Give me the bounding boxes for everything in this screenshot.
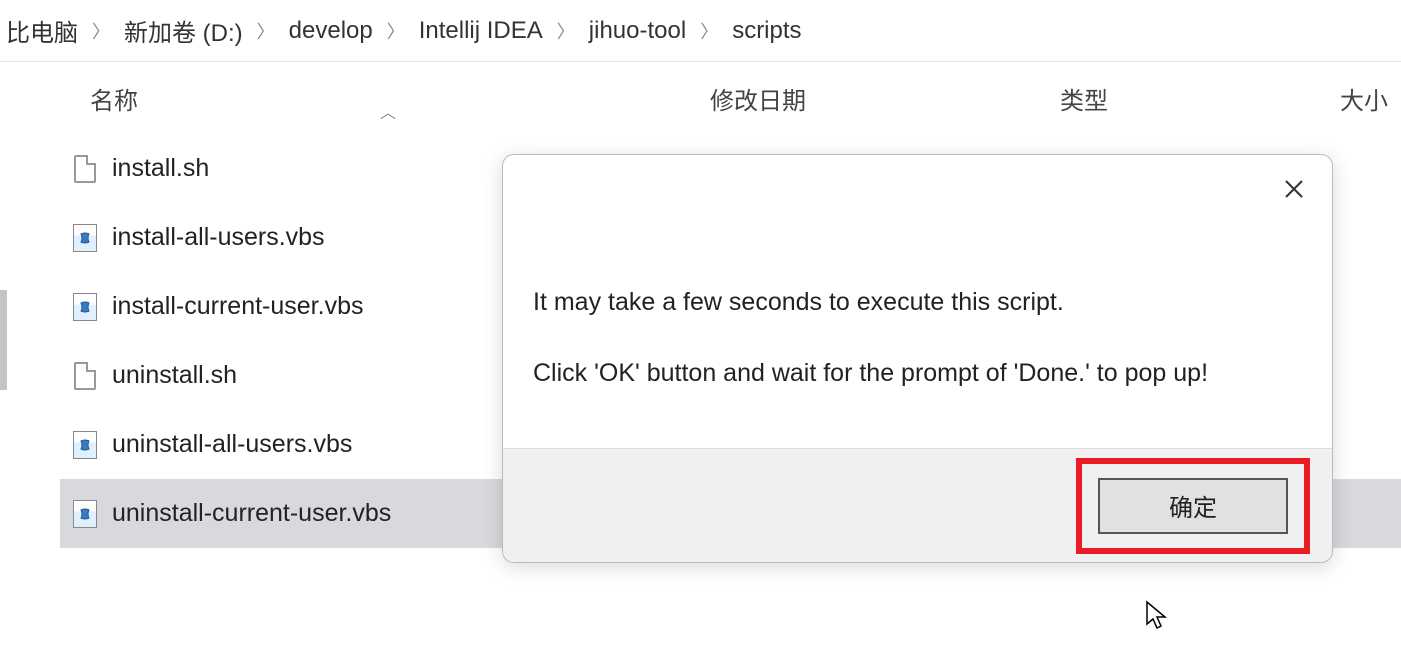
column-header-name[interactable]: 名称 ︿ — [90, 81, 570, 116]
file-icon — [70, 154, 100, 184]
vbs-file-icon — [70, 430, 100, 460]
breadcrumb: 比电脑 〉 新加卷 (D:) 〉 develop 〉 Intellij IDEA… — [0, 0, 1401, 62]
chevron-up-icon: ︿ — [380, 99, 396, 123]
breadcrumb-item[interactable]: jihuo-tool — [583, 17, 692, 45]
file-name: install.sh — [112, 154, 209, 183]
vbs-file-icon — [70, 499, 100, 529]
scrollbar-indicator — [0, 290, 7, 390]
dialog-footer: 确定 — [503, 448, 1332, 562]
vbs-file-icon — [70, 223, 100, 253]
cursor-icon — [1145, 600, 1169, 637]
file-name: uninstall.sh — [112, 361, 237, 390]
chevron-right-icon: 〉 — [249, 18, 283, 44]
chevron-right-icon: 〉 — [692, 18, 726, 44]
breadcrumb-item[interactable]: develop — [283, 17, 379, 45]
dialog-text-line: Click 'OK' button and wait for the promp… — [533, 356, 1302, 391]
message-dialog: It may take a few seconds to execute thi… — [502, 154, 1333, 563]
dialog-text-line: It may take a few seconds to execute thi… — [533, 285, 1302, 320]
vbs-file-icon — [70, 292, 100, 322]
file-name: install-current-user.vbs — [112, 292, 363, 321]
file-name: uninstall-all-users.vbs — [112, 430, 352, 459]
breadcrumb-item[interactable]: 新加卷 (D:) — [118, 13, 249, 48]
breadcrumb-item[interactable]: scripts — [726, 17, 807, 45]
column-header-size[interactable]: 大小 — [1340, 81, 1401, 116]
file-name: install-all-users.vbs — [112, 223, 325, 252]
dialog-body: It may take a few seconds to execute thi… — [503, 155, 1332, 391]
column-headers: 名称 ︿ 修改日期 类型 大小 — [0, 62, 1401, 134]
column-header-type[interactable]: 类型 — [1060, 81, 1340, 116]
file-name: uninstall-current-user.vbs — [112, 499, 391, 528]
column-header-modified[interactable]: 修改日期 — [710, 81, 1060, 116]
chevron-right-icon: 〉 — [84, 18, 118, 44]
column-label: 名称 — [90, 88, 138, 115]
breadcrumb-item[interactable]: 比电脑 — [0, 13, 84, 48]
breadcrumb-item[interactable]: Intellij IDEA — [413, 17, 549, 45]
ok-button[interactable]: 确定 — [1098, 478, 1288, 534]
file-icon — [70, 361, 100, 391]
highlight-box: 确定 — [1076, 458, 1310, 554]
chevron-right-icon: 〉 — [549, 18, 583, 44]
close-icon[interactable] — [1278, 173, 1310, 205]
chevron-right-icon: 〉 — [379, 18, 413, 44]
